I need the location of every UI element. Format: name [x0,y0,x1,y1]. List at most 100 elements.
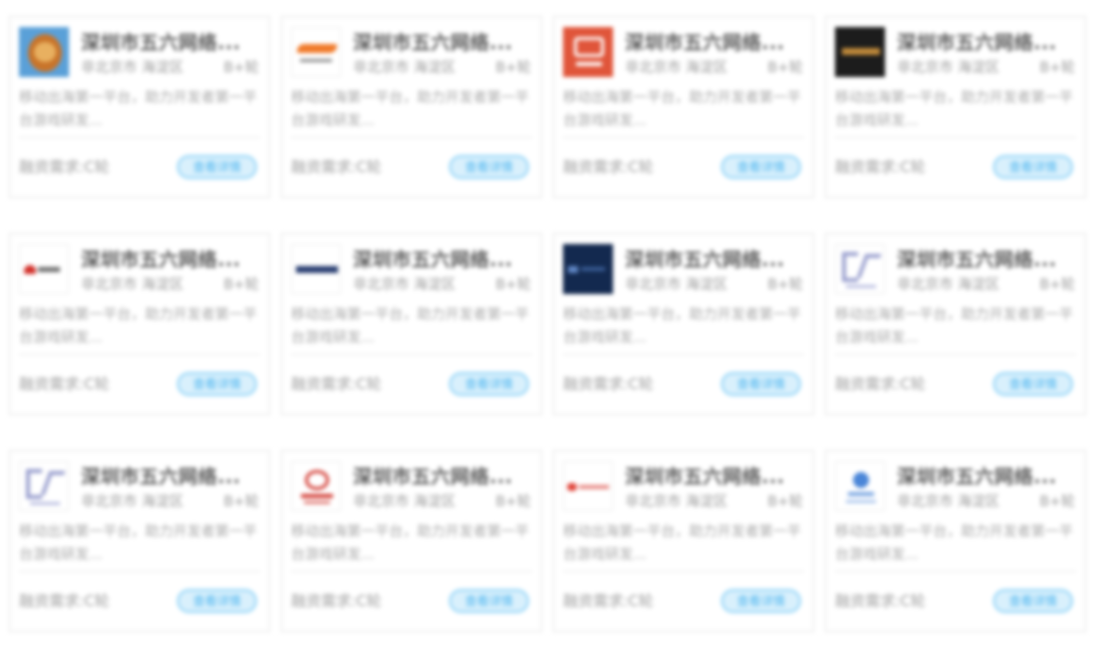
company-name[interactable]: 深圳市五六网络... [353,462,533,489]
card-divider [291,137,532,138]
company-name[interactable]: 深圳市五六网络... [81,462,261,489]
company-card[interactable]: 深圳市五六网络... 非北京市 海淀区 B+轮 移动出海第一平台，助力开发者第一… [9,233,270,415]
card-divider [19,137,260,138]
finance-demand: 融资需求:C轮 [835,590,926,611]
finance-value: C轮 [84,158,110,176]
card-divider [19,571,260,572]
card-divider [563,571,804,572]
navy-wordmark-logo-icon [291,244,341,294]
finance-label: 融资需求: [563,592,629,610]
card-divider [835,137,1076,138]
company-meta: 非北京市 海淀区 B+轮 [897,274,1075,294]
view-details-button[interactable]: 查看详情 [721,589,801,613]
blue-globe-logo-icon [835,461,885,511]
view-details-button[interactable]: 查看详情 [177,155,257,179]
company-name[interactable]: 深圳市五六网络... [897,462,1077,489]
view-details-button[interactable]: 查看详情 [721,155,801,179]
view-details-button[interactable]: 查看详情 [449,155,529,179]
company-meta: 非北京市 海淀区 B+轮 [353,274,531,294]
company-name[interactable]: 深圳市五六网络... [897,245,1077,272]
finance-value: C轮 [356,158,382,176]
view-details-button[interactable]: 查看详情 [721,372,801,396]
company-description: 移动出海第一平台，助力开发者第一平台游戏研发... [563,524,801,563]
company-description: 移动出海第一平台，助力开发者第一平台游戏研发... [291,307,529,346]
company-card[interactable]: 深圳市五六网络... 非北京市 海淀区 B+轮 移动出海第一平台，助力开发者第一… [281,233,542,415]
company-stage: B+轮 [1039,60,1075,76]
company-region: 非北京市 海淀区 [353,277,456,293]
company-name[interactable]: 深圳市五六网络... [625,245,805,272]
company-name[interactable]: 深圳市五六网络... [353,28,533,55]
company-description: 移动出海第一平台，助力开发者第一平台游戏研发... [835,524,1073,563]
company-region: 非北京市 海淀区 [81,60,184,76]
finance-label: 融资需求: [291,592,357,610]
company-description: 移动出海第一平台，助力开发者第一平台游戏研发... [19,90,257,129]
company-name[interactable]: 深圳市五六网络... [897,28,1077,55]
card-divider [563,137,804,138]
company-stage: B+轮 [223,277,259,293]
card-divider [835,354,1076,355]
company-name[interactable]: 深圳市五六网络... [81,28,261,55]
company-description: 移动出海第一平台，助力开发者第一平台游戏研发... [291,524,529,563]
view-details-button[interactable]: 查看详情 [177,372,257,396]
company-name[interactable]: 深圳市五六网络... [625,462,805,489]
company-card[interactable]: 深圳市五六网络... 非北京市 海淀区 B+轮 移动出海第一平台，助力开发者第一… [9,16,270,198]
finance-label: 融资需求: [563,375,629,393]
finance-value: C轮 [900,592,926,610]
view-details-button[interactable]: 查看详情 [993,372,1073,396]
company-name[interactable]: 深圳市五六网络... [81,245,261,272]
company-card-grid: 深圳市五六网络... 非北京市 海淀区 B+轮 移动出海第一平台，助力开发者第一… [9,16,1086,632]
company-card[interactable]: 深圳市五六网络... 非北京市 海淀区 B+轮 移动出海第一平台，助力开发者第一… [281,16,542,198]
finance-demand: 融资需求:C轮 [563,373,654,394]
finance-value: C轮 [628,592,654,610]
company-meta: 非北京市 海淀区 B+轮 [897,57,1075,77]
company-card[interactable]: 深圳市五六网络... 非北京市 海淀区 B+轮 移动出海第一平台，助力开发者第一… [825,233,1086,415]
company-card[interactable]: 深圳市五六网络... 非北京市 海淀区 B+轮 移动出海第一平台，助力开发者第一… [553,233,814,415]
company-region: 非北京市 海淀区 [625,277,728,293]
company-name[interactable]: 深圳市五六网络... [353,245,533,272]
company-stage: B+轮 [1039,277,1075,293]
finance-demand: 融资需求:C轮 [563,156,654,177]
company-description: 移动出海第一平台，助力开发者第一平台游戏研发... [19,524,257,563]
company-card[interactable]: 深圳市五六网络... 非北京市 海淀区 B+轮 移动出海第一平台，助力开发者第一… [281,450,542,632]
game-character-logo-icon [19,27,69,77]
view-details-button[interactable]: 查看详情 [449,372,529,396]
view-details-button[interactable]: 查看详情 [993,589,1073,613]
finance-label: 融资需求: [19,158,85,176]
company-region: 非北京市 海淀区 [625,60,728,76]
company-meta: 非北京市 海淀区 B+轮 [625,57,803,77]
company-meta: 非北京市 海淀区 B+轮 [625,491,803,511]
company-stage: B+轮 [223,60,259,76]
finance-label: 融资需求: [835,158,901,176]
company-card[interactable]: 深圳市五六网络... 非北京市 海淀区 B+轮 移动出海第一平台，助力开发者第一… [825,16,1086,198]
navy-square-logo-icon [563,244,613,294]
company-card[interactable]: 深圳市五六网络... 非北京市 海淀区 B+轮 移动出海第一平台，助力开发者第一… [9,450,270,632]
company-name[interactable]: 深圳市五六网络... [625,28,805,55]
company-region: 非北京市 海淀区 [897,60,1000,76]
company-stage: B+轮 [495,494,531,510]
finance-demand: 融资需求:C轮 [291,156,382,177]
company-card[interactable]: 深圳市五六网络... 非北京市 海淀区 B+轮 移动出海第一平台，助力开发者第一… [553,16,814,198]
finance-label: 融资需求: [291,158,357,176]
company-description: 移动出海第一平台，助力开发者第一平台游戏研发... [835,90,1073,129]
finance-value: C轮 [356,375,382,393]
finance-label: 融资需求: [19,375,85,393]
card-divider [835,571,1076,572]
company-region: 非北京市 海淀区 [81,277,184,293]
company-card[interactable]: 深圳市五六网络... 非北京市 海淀区 B+轮 移动出海第一平台，助力开发者第一… [825,450,1086,632]
company-stage: B+轮 [767,494,803,510]
view-details-button[interactable]: 查看详情 [177,589,257,613]
company-region: 非北京市 海淀区 [625,494,728,510]
view-details-button[interactable]: 查看详情 [449,589,529,613]
red-square-logo-icon [563,27,613,77]
company-card[interactable]: 深圳市五六网络... 非北京市 海淀区 B+轮 移动出海第一平台，助力开发者第一… [553,450,814,632]
company-meta: 非北京市 海淀区 B+轮 [897,491,1075,511]
finance-value: C轮 [84,375,110,393]
card-divider [291,571,532,572]
finance-label: 融资需求: [835,375,901,393]
company-region: 非北京市 海淀区 [353,494,456,510]
finance-value: C轮 [900,158,926,176]
finance-value: C轮 [356,592,382,610]
company-stage: B+轮 [223,494,259,510]
view-details-button[interactable]: 查看详情 [993,155,1073,179]
lavender-monogram-logo-icon [835,244,885,294]
